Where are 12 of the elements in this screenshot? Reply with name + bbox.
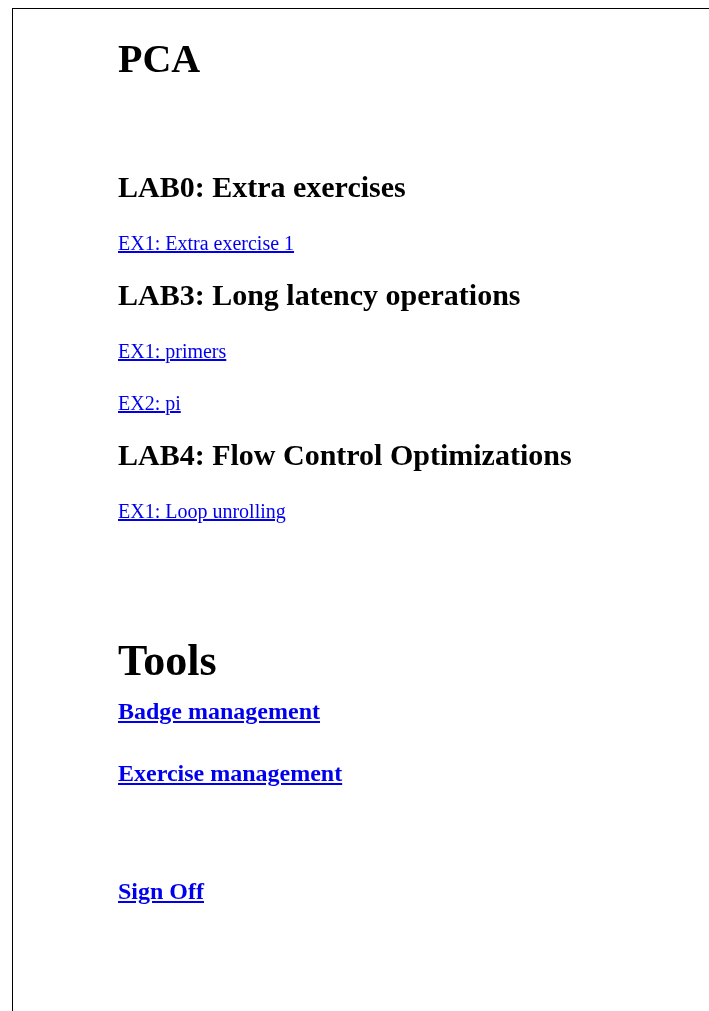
sign-off-link[interactable]: Sign Off <box>118 877 204 905</box>
lab-heading: LAB4: Flow Control Optimizations <box>118 437 572 473</box>
lab-heading: LAB3: Long latency operations <box>118 277 521 313</box>
exercise-link[interactable]: EX2: pi <box>118 391 181 415</box>
page-title: PCA <box>118 35 201 83</box>
tool-link[interactable]: Badge management <box>118 697 320 725</box>
exercise-link[interactable]: EX1: Extra exercise 1 <box>118 231 295 255</box>
exercise-link[interactable]: EX1: primers <box>118 339 227 363</box>
exercise-link[interactable]: EX1: Loop unrolling <box>118 499 286 523</box>
tool-link[interactable]: Exercise management <box>118 759 343 787</box>
lab-heading: LAB0: Extra exercises <box>118 169 406 205</box>
section-heading: Tools <box>118 635 217 687</box>
